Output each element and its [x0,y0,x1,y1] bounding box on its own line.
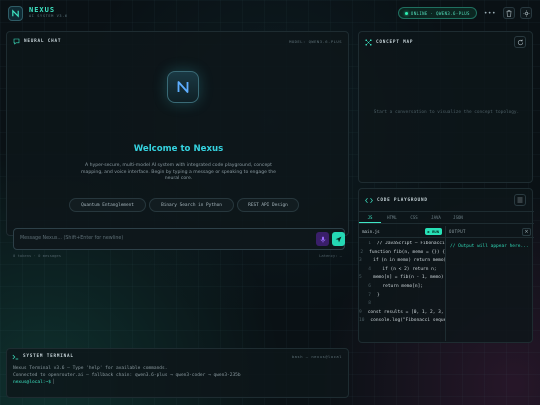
concept-map-panel: CONCEPT MAP Start a conversation to visu… [358,31,533,183]
app-name: NEXUS [29,6,56,15]
code-text: console.log("Fibonacci sequence:", resul… [370,318,445,324]
suggestion-chip[interactable]: Binary Search in Python [149,198,234,212]
trash-icon [506,9,512,17]
close-output-button[interactable]: × [522,227,531,236]
terminal-title: SYSTEM TERMINAL [23,354,74,359]
voice-input-button[interactable] [316,232,329,246]
chat-title: NEURAL CHAT [24,38,62,44]
code-text: } [377,292,380,298]
terminal-meta: bash — nexus@local [291,354,342,359]
code-icon [365,197,373,203]
more-menu-button[interactable]: ••• [482,10,498,17]
concept-map-title: CONCEPT MAP [376,39,414,45]
code-line: 2 function fib(n, memo = {}) { [359,250,445,259]
editor-toolbar: main.js ▶ RUN [359,226,445,238]
file-name: main.js [362,229,380,234]
terminal-prompt: nexus@local:~$ [13,380,51,386]
brand: NEXUS AI SYSTEM V3.6 [29,7,68,19]
code-line: 5 memo[n] = fib(n - 1, memo) + fib(n - 2… [359,275,445,284]
tab-java[interactable]: JAVA [425,212,447,223]
terminal-icon [12,354,19,359]
line-number: 7 [368,292,371,298]
suggestion-chip[interactable]: Quantum Entanglement [69,198,146,212]
code-line: 1 // JavaScript — Fibonacci [359,241,445,250]
tab-js[interactable]: JS [359,212,381,223]
app-subtitle: AI SYSTEM V3.6 [29,14,68,19]
terminal-line: Connected to openrouter.ai — fallback ch… [13,373,241,379]
concept-map-header: CONCEPT MAP [365,36,526,48]
output-console: // Output will appear here... [445,238,534,341]
code-playground-panel: CODE PLAYGROUND JS HTML CSS JAVA JSON ma… [358,188,534,343]
nexus-core-logo-icon [167,71,199,103]
settings-icon [522,9,530,17]
chat-footer: 0 tokens · 0 messages Latency: — [13,253,342,258]
send-icon [335,236,342,242]
code-text: memo[n] = fib(n - 1, memo) + fib(n - 2, … [373,275,444,281]
code-text: if (n in memo) return memo[n]; [373,258,445,264]
model-label: MODEL: QWEN3.6-PLUS [289,38,342,44]
code-line: 6 return memo[n]; [359,284,445,293]
terminal-output[interactable]: Nexus Terminal v3.6 — Type 'help' for av… [13,365,342,387]
refresh-icon [517,39,523,45]
output-label: OUTPUT [449,229,466,234]
output-toolbar: OUTPUT × [445,226,534,238]
suggestion-chip[interactable]: REST API Design [237,198,299,212]
line-number: 10 [359,318,365,324]
terminal-line: Nexus Terminal v3.6 — Type 'help' for av… [13,366,168,371]
settings-button[interactable] [520,7,532,19]
code-line: 8 [359,301,445,310]
run-button[interactable]: ▶ RUN [424,228,442,235]
status-text: ONLINE · QWEN3.6-PLUS [410,10,470,16]
code-text: function fib(n, memo = {}) { [369,249,445,255]
list-icon [517,197,523,203]
code-line: 10 console.log("Fibonacci sequence:", res… [359,318,445,327]
code-editor[interactable]: 1 // JavaScript — Fibonacci 2 function fib(… [359,241,445,341]
code-playground-header: CODE PLAYGROUND [365,194,526,206]
line-number: 1 [368,241,371,246]
status-badge[interactable]: ONLINE · QWEN3.6-PLUS [397,7,477,19]
microphone-icon [320,236,325,242]
welcome-title: Welcome to Nexus [133,144,224,154]
code-line: 3 if (n in memo) return memo[n]; [359,258,445,267]
nexus-logo-icon [8,5,23,21]
message-input-placeholder: Message Nexus... (Shift+Enter for newlin… [20,236,124,241]
language-tabs: JS HTML CSS JAVA JSON [359,211,534,224]
line-number: 8 [368,301,371,307]
refresh-map-button[interactable] [514,36,526,48]
network-icon [365,38,372,46]
line-number: 6 [368,283,371,289]
concept-map-empty-text: Start a conversation to visualize the co… [373,110,520,115]
latency-readout: Latency: — [319,253,342,258]
code-text: return memo[n]; [377,283,424,289]
terminal-cursor: ▏ [53,380,57,386]
code-playground-title: CODE PLAYGROUND [377,197,428,203]
tab-json[interactable]: JSON [447,212,469,223]
line-number: 2 [360,249,364,255]
token-count: 0 tokens · 0 messages [13,253,62,258]
neural-chat-panel: NEURAL CHAT MODEL: QWEN3.6-PLUS Welcome … [6,31,349,258]
code-text: // JavaScript — Fibonacci [377,241,445,246]
snippets-menu-button[interactable] [514,194,526,206]
terminal-header: SYSTEM TERMINAL bash — nexus@local [12,352,342,361]
tab-css[interactable]: CSS [403,212,425,223]
clear-chat-button[interactable] [503,7,515,19]
line-number: 3 [359,258,362,264]
chat-header: NEURAL CHAT MODEL: QWEN3.6-PLUS [13,36,342,46]
chat-icon [13,38,20,45]
online-dot-icon [404,11,408,15]
terminal-input-line[interactable]: nexus@local:~$ ▏ [13,379,342,386]
code-line: 7} [359,293,445,302]
app-header: NEXUS AI SYSTEM V3.6 ONLINE · QWEN3.6-PL… [0,0,540,26]
message-input[interactable]: Message Nexus... (Shift+Enter for newlin… [13,228,345,250]
system-terminal-panel: SYSTEM TERMINAL bash — nexus@local Nexus… [6,348,349,398]
tab-html[interactable]: HTML [381,212,403,223]
welcome-description: A hyper-secure, multi-model AI system wi… [81,163,276,182]
line-number: 5 [359,275,362,281]
send-button[interactable] [332,232,345,246]
